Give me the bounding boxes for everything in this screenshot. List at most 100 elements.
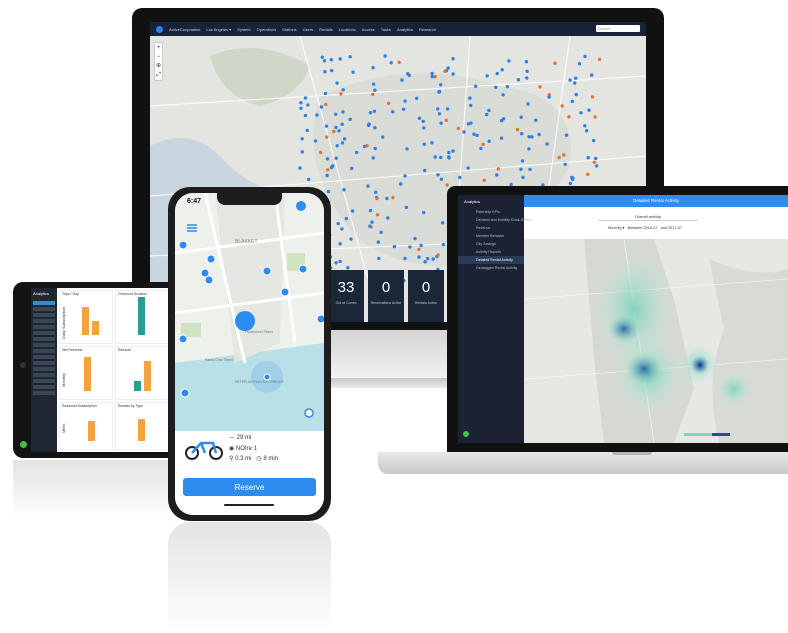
station-marker[interactable]: [322, 59, 327, 63]
station-marker[interactable]: [336, 221, 340, 226]
station-marker[interactable]: [436, 107, 440, 111]
station-marker[interactable]: [562, 153, 566, 157]
station-marker[interactable]: [413, 236, 417, 241]
station-marker[interactable]: [570, 177, 575, 182]
station-marker[interactable]: [326, 168, 330, 172]
station-marker[interactable]: [519, 115, 523, 120]
stat-reservations-active[interactable]: 0 Reservations Active: [368, 270, 404, 322]
station-marker[interactable]: [583, 124, 587, 128]
station-marker[interactable]: [303, 113, 308, 118]
station-marker[interactable]: [375, 196, 379, 201]
station-marker[interactable]: [545, 142, 549, 146]
station-marker[interactable]: [338, 242, 342, 246]
tablet-nav-item[interactable]: [33, 361, 55, 365]
station-marker[interactable]: [439, 155, 443, 160]
station-marker[interactable]: [586, 156, 590, 160]
station-marker[interactable]: [417, 247, 421, 252]
station-marker[interactable]: [496, 167, 500, 171]
station-marker[interactable]: [421, 119, 425, 124]
station-marker[interactable]: [305, 128, 309, 133]
station-marker[interactable]: [584, 129, 589, 133]
station-marker[interactable]: [521, 175, 525, 179]
bike-station-marker[interactable]: [206, 254, 216, 264]
station-marker[interactable]: [587, 108, 591, 112]
station-marker[interactable]: [433, 155, 437, 159]
station-marker[interactable]: [472, 132, 476, 136]
station-marker[interactable]: [505, 85, 510, 89]
station-marker[interactable]: [401, 107, 406, 112]
station-marker[interactable]: [507, 59, 511, 63]
station-marker[interactable]: [387, 101, 391, 106]
station-marker[interactable]: [300, 137, 304, 141]
station-marker[interactable]: [368, 224, 372, 228]
station-marker[interactable]: [527, 135, 531, 139]
station-marker[interactable]: [537, 132, 541, 137]
station-marker[interactable]: [403, 256, 407, 261]
sidebar-item[interactable]: Geotagged Rental Activity: [458, 264, 524, 272]
station-marker[interactable]: [340, 227, 344, 231]
station-marker[interactable]: [419, 243, 423, 248]
station-marker[interactable]: [436, 253, 440, 257]
station-marker[interactable]: [574, 92, 578, 97]
station-marker[interactable]: [415, 96, 419, 100]
station-marker[interactable]: [403, 99, 407, 103]
station-marker[interactable]: [538, 85, 542, 89]
station-marker[interactable]: [495, 71, 499, 76]
chart-card[interactable]: Refunds: [115, 346, 169, 400]
station-marker[interactable]: [583, 54, 587, 59]
station-marker[interactable]: [567, 115, 571, 119]
station-marker[interactable]: [323, 70, 327, 74]
station-marker[interactable]: [519, 167, 523, 171]
recenter-icon[interactable]: [304, 408, 314, 418]
sidebar-item[interactable]: Member Behavior: [458, 232, 524, 240]
bike-station-marker[interactable]: [180, 388, 190, 398]
station-marker[interactable]: [385, 196, 389, 201]
activity-heatmap[interactable]: [524, 239, 788, 443]
station-marker[interactable]: [368, 208, 373, 213]
station-marker[interactable]: [335, 81, 339, 85]
tablet-nav-item[interactable]: [33, 367, 55, 371]
station-marker[interactable]: [404, 205, 409, 210]
station-marker[interactable]: [324, 124, 329, 128]
station-marker[interactable]: [590, 95, 595, 99]
station-marker[interactable]: [342, 188, 346, 192]
station-marker[interactable]: [373, 126, 377, 130]
station-marker[interactable]: [334, 156, 338, 160]
start-date-input[interactable]: 2016-07: [643, 226, 657, 230]
tablet-nav-item[interactable]: [33, 385, 55, 389]
tablet-nav-item[interactable]: [33, 313, 55, 317]
station-marker[interactable]: [485, 112, 489, 117]
station-marker[interactable]: [456, 126, 460, 131]
station-marker[interactable]: [592, 160, 596, 164]
station-marker[interactable]: [528, 167, 532, 172]
station-marker[interactable]: [383, 54, 387, 58]
bike-station-marker[interactable]: [178, 240, 188, 250]
station-marker[interactable]: [525, 69, 529, 73]
station-marker[interactable]: [371, 82, 376, 86]
station-marker[interactable]: [371, 92, 375, 96]
station-marker[interactable]: [430, 71, 434, 76]
station-marker[interactable]: [574, 76, 578, 80]
station-marker[interactable]: [437, 112, 442, 116]
station-marker[interactable]: [445, 183, 449, 187]
tablet-nav-item[interactable]: [33, 343, 55, 347]
station-marker[interactable]: [590, 73, 594, 77]
station-marker[interactable]: [334, 112, 338, 117]
station-marker[interactable]: [441, 221, 445, 225]
station-marker[interactable]: [405, 147, 409, 151]
station-marker[interactable]: [495, 173, 499, 177]
bike-station-marker[interactable]: [178, 334, 188, 344]
station-marker[interactable]: [445, 107, 450, 111]
station-marker[interactable]: [422, 210, 426, 215]
station-marker[interactable]: [469, 103, 473, 108]
station-marker[interactable]: [500, 68, 504, 72]
station-marker[interactable]: [313, 139, 318, 143]
station-marker[interactable]: [376, 240, 380, 244]
station-marker[interactable]: [481, 142, 485, 147]
station-marker[interactable]: [408, 245, 412, 249]
station-marker[interactable]: [560, 104, 564, 108]
phone-map[interactable]: BLAKKET PETER NATHAN BAY BRIDGE Santa Cr…: [175, 193, 324, 431]
station-marker[interactable]: [557, 155, 561, 160]
station-marker[interactable]: [441, 242, 446, 247]
tablet-nav-item[interactable]: [33, 373, 55, 377]
